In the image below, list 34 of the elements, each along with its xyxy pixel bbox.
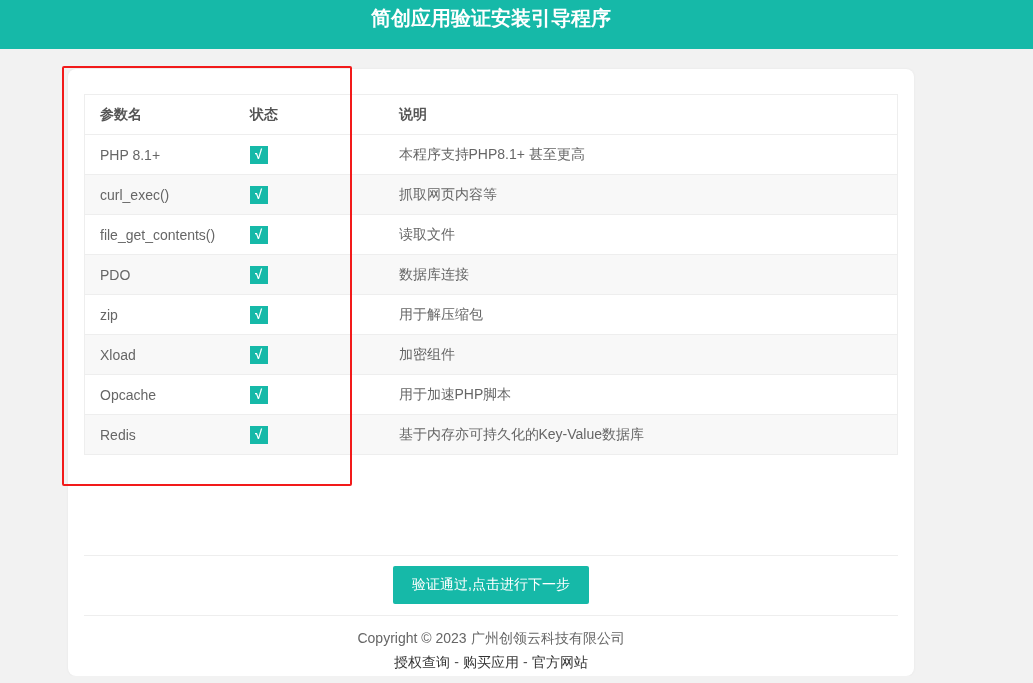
table-cell: 读取文件 (383, 214, 898, 255)
column-header: 状态 (234, 94, 384, 135)
table-cell: 用于加速PHP脚本 (383, 374, 898, 415)
footer-link[interactable]: 授权查询 (394, 654, 451, 672)
status-badge: √ (249, 385, 268, 404)
table-cell: PHP 8.1+ (84, 134, 235, 175)
table-cell: curl_exec() (84, 174, 235, 215)
table-cell: Opcache (84, 374, 235, 415)
table-cell: 基于内存亦可持久化的Key-Value数据库 (383, 414, 898, 455)
table-cell: PDO (84, 254, 235, 295)
status-badge: √ (249, 145, 268, 164)
table-cell: 本程序支持PHP8.1+ 甚至更高 (383, 134, 898, 175)
status-badge: √ (249, 265, 268, 284)
table-cell: 用于解压缩包 (383, 294, 898, 335)
status-badge: √ (249, 345, 268, 364)
footer-link[interactable]: 官方网站 (531, 654, 588, 672)
separator-text: - (454, 654, 459, 672)
status-badge: √ (249, 185, 268, 204)
table-cell: Xload (84, 334, 235, 375)
copyright-text: Copyright © 2023 广州创领云科技有限公司 (357, 630, 625, 648)
separator-text: - (523, 654, 528, 672)
footer-link[interactable]: 购买应用 (463, 654, 519, 672)
table-cell: 抓取网页内容等 (383, 174, 898, 215)
status-badge: √ (249, 425, 268, 444)
page-title: 简创应用验证安装引导程序 (371, 6, 611, 31)
status-badge: √ (249, 305, 268, 324)
table-cell: 数据库连接 (383, 254, 898, 295)
table-cell: Redis (84, 414, 235, 455)
status-badge: √ (249, 225, 268, 244)
table-cell: file_get_contents() (84, 214, 235, 255)
table-cell: 加密组件 (383, 334, 898, 375)
table-cell: zip (84, 294, 235, 335)
column-header: 说明 (383, 94, 898, 135)
column-header: 参数名 (84, 94, 235, 135)
